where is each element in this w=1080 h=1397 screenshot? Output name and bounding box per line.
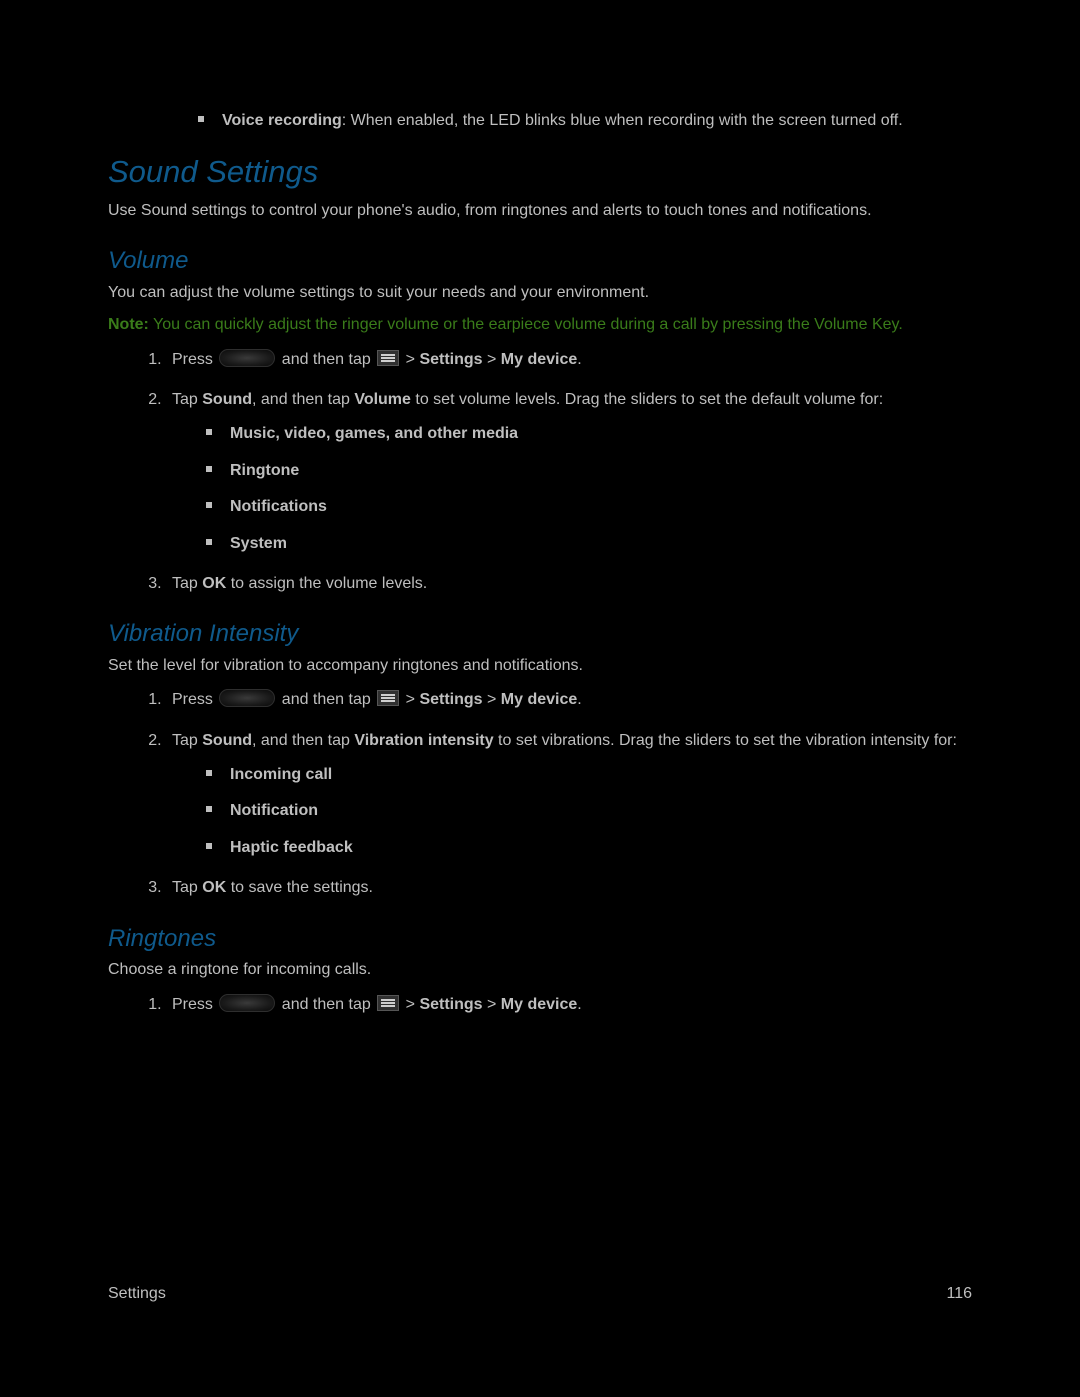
volume-step-3: Tap OK to assign the volume levels. — [166, 573, 972, 595]
volume-step-2: Tap Sound, and then tap Volume to set vo… — [166, 389, 972, 555]
my-device-label-3: My device — [501, 996, 577, 1013]
vs2a: Tap — [172, 391, 202, 408]
vs2-sound: Sound — [202, 391, 252, 408]
intro-bullet-list: Voice recording: When enabled, the LED b… — [108, 110, 972, 132]
footer-section: Settings — [108, 1283, 166, 1305]
vib3b: to save the settings. — [226, 879, 373, 896]
volume-bullet-system: System — [206, 533, 972, 555]
home-button-icon — [219, 689, 275, 707]
heading-vibration-intensity: Vibration Intensity — [108, 617, 972, 651]
gt4: > — [483, 691, 501, 708]
voice-recording-text: : When enabled, the LED blinks blue when… — [342, 112, 903, 129]
volume-intro: You can adjust the volume settings to su… — [108, 282, 972, 304]
vibration-bullet-list: Incoming call Notification Haptic feedba… — [172, 764, 972, 859]
vibration-bullet-haptic: Haptic feedback — [206, 837, 972, 859]
vibration-bullet-notification: Notification — [206, 800, 972, 822]
footer-page-number: 116 — [946, 1283, 972, 1305]
voice-recording-label: Voice recording — [222, 112, 342, 129]
vs3-ok: OK — [202, 575, 226, 592]
vib2-sound: Sound — [202, 732, 252, 749]
home-button-icon — [219, 349, 275, 367]
press-text-2: Press — [172, 691, 217, 708]
press-text: Press — [172, 351, 217, 368]
gt6: > — [483, 996, 501, 1013]
vib2b: , and then tap — [252, 732, 354, 749]
voice-recording-item: Voice recording: When enabled, the LED b… — [198, 110, 972, 132]
gt1: > — [401, 351, 419, 368]
settings-label-2: Settings — [419, 691, 482, 708]
gt2: > — [483, 351, 501, 368]
my-device-label-2: My device — [501, 691, 577, 708]
gt3: > — [401, 691, 419, 708]
note-label: Note: — [108, 316, 149, 333]
volume-bullet-media: Music, video, games, and other media — [206, 423, 972, 445]
vs2b: , and then tap — [252, 391, 354, 408]
vs2-volume: Volume — [354, 391, 411, 408]
volume-steps: Press and then tap > Settings > My devic… — [108, 349, 972, 596]
heading-ringtones: Ringtones — [108, 922, 972, 956]
volume-step-1: Press and then tap > Settings > My devic… — [166, 349, 972, 371]
press-text-3: Press — [172, 996, 217, 1013]
vibration-steps: Press and then tap > Settings > My devic… — [108, 689, 972, 899]
ringtones-steps: Press and then tap > Settings > My devic… — [108, 994, 972, 1016]
menu-icon — [377, 690, 399, 706]
document-page: Voice recording: When enabled, the LED b… — [0, 0, 1080, 1397]
settings-label-3: Settings — [419, 996, 482, 1013]
volume-bullet-ringtone: Ringtone — [206, 460, 972, 482]
sound-settings-intro: Use Sound settings to control your phone… — [108, 200, 972, 222]
vibration-step-2: Tap Sound, and then tap Vibration intens… — [166, 730, 972, 860]
ringtones-step-1: Press and then tap > Settings > My devic… — [166, 994, 972, 1016]
note-text: You can quickly adjust the ringer volume… — [149, 316, 903, 333]
menu-icon — [377, 995, 399, 1011]
period-2: . — [577, 691, 581, 708]
heading-sound-settings: Sound Settings — [108, 150, 972, 193]
menu-icon — [377, 350, 399, 366]
vibration-step-3: Tap OK to save the settings. — [166, 877, 972, 899]
vs3b: to assign the volume levels. — [226, 575, 427, 592]
gt5: > — [401, 996, 419, 1013]
period-3: . — [577, 996, 581, 1013]
volume-bullet-list: Music, video, games, and other media Rin… — [172, 423, 972, 555]
vib2c: to set vibrations. Drag the sliders to s… — [494, 732, 957, 749]
vibration-step-1: Press and then tap > Settings > My devic… — [166, 689, 972, 711]
heading-volume: Volume — [108, 244, 972, 278]
vibration-bullet-incoming: Incoming call — [206, 764, 972, 786]
period: . — [577, 351, 581, 368]
vibration-intro: Set the level for vibration to accompany… — [108, 655, 972, 677]
vib2-vi: Vibration intensity — [354, 732, 493, 749]
vib3-ok: OK — [202, 879, 226, 896]
and-then-tap-2: and then tap — [277, 691, 375, 708]
page-footer: Settings 116 — [108, 1283, 972, 1305]
volume-note: Note: You can quickly adjust the ringer … — [108, 314, 972, 336]
vib3a: Tap — [172, 879, 202, 896]
vs3a: Tap — [172, 575, 202, 592]
ringtones-intro: Choose a ringtone for incoming calls. — [108, 959, 972, 981]
my-device-label: My device — [501, 351, 577, 368]
vs2c: to set volume levels. Drag the sliders t… — [411, 391, 883, 408]
and-then-tap: and then tap — [277, 351, 375, 368]
vib2a: Tap — [172, 732, 202, 749]
volume-bullet-notifications: Notifications — [206, 496, 972, 518]
and-then-tap-3: and then tap — [277, 996, 375, 1013]
home-button-icon — [219, 994, 275, 1012]
settings-label: Settings — [419, 351, 482, 368]
